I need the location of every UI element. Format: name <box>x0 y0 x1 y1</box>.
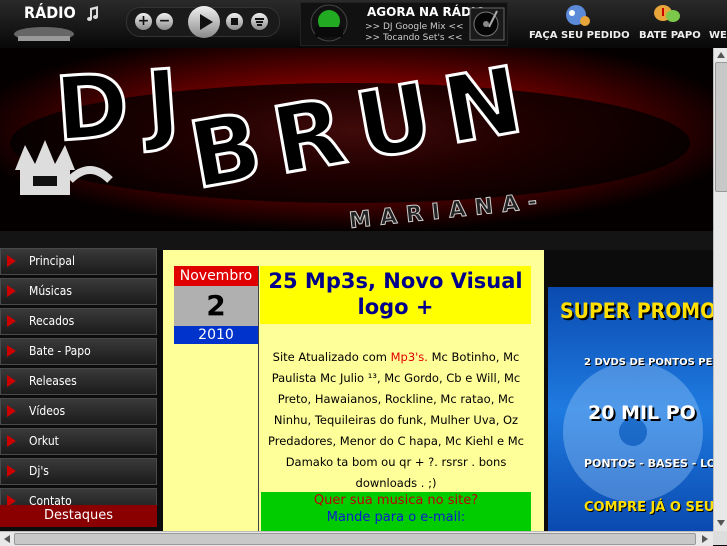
arrow-icon <box>7 285 16 297</box>
stop-icon <box>231 18 238 25</box>
post-body-text: Mc Botinho, Mc Paulista Mc Julio ¹³, Mc … <box>267 350 525 490</box>
scroll-down-icon[interactable] <box>716 518 726 528</box>
radio-title: RÁDIO <box>24 3 76 22</box>
stop-button[interactable] <box>226 13 243 30</box>
arrow-icon <box>7 405 16 417</box>
dvd-disc-icon <box>563 362 703 502</box>
arrow-icon <box>7 435 16 447</box>
arrow-icon <box>7 255 16 267</box>
menu-item-label: Principal <box>29 254 75 268</box>
chat-link[interactable]: BATE PAPO <box>639 30 701 41</box>
scroll-left-icon[interactable] <box>2 534 12 544</box>
banner: DJ BRUN MARIANA- <box>0 48 713 231</box>
menu-item-label: Orkut <box>29 434 59 448</box>
webcam-link[interactable]: WE <box>709 30 727 41</box>
now-playing-title: AGORA NA RÁDIO <box>367 5 486 19</box>
arrow-icon <box>7 345 16 357</box>
top-bar: RÁDIO + − AGORA NA RÁDIO >> DJ Google Mi… <box>0 0 727 48</box>
arrow-icon <box>7 465 16 477</box>
dj-logo-banner: DJ BRUN MARIANA- <box>0 48 713 231</box>
menu-item-musicas[interactable]: Músicas <box>0 278 157 305</box>
turntable-icon <box>469 7 505 41</box>
menu-item-label: Músicas <box>29 284 72 298</box>
scrollbar-corner <box>713 531 727 545</box>
playlist-button[interactable] <box>251 13 268 30</box>
volume-down-button[interactable]: − <box>156 13 173 30</box>
menu-item-orkut[interactable]: Orkut <box>0 428 157 455</box>
sidebar-menu: Principal Músicas Recados Bate - Papo Re… <box>0 248 157 518</box>
playlist-icon <box>255 18 264 26</box>
scroll-up-icon[interactable] <box>716 50 726 60</box>
horizontal-scrollbar[interactable] <box>0 531 713 546</box>
promo-line: 20 MIL PO <box>588 402 696 424</box>
horizontal-scroll-thumb[interactable] <box>14 533 696 545</box>
arrow-icon <box>7 315 16 327</box>
promo-line: COMPRE JÁ O SEU P <box>584 500 713 515</box>
menu-item-label: Vídeos <box>29 404 66 418</box>
post-date: Novembro 2 2010 <box>174 266 259 531</box>
post-body-lead: Site Atualizado com <box>272 350 391 364</box>
promo-title: SUPER PROMO <box>560 299 713 323</box>
radio-logo <box>14 27 74 41</box>
menu-item-label: Dj's <box>29 464 49 478</box>
post-body: Site Atualizado com Mp3's. Mc Botinho, M… <box>262 347 530 494</box>
post-date-day: 2 <box>174 286 258 326</box>
submit-music-question: Quer sua musica no site? <box>313 493 479 508</box>
now-playing-box: AGORA NA RÁDIO >> DJ Google Mix << >> To… <box>300 2 508 46</box>
post-body-highlight[interactable]: Mp3's. <box>391 350 428 364</box>
promo-line: PONTOS - BASES - LOOPS <box>584 457 713 470</box>
menu-item-djs[interactable]: Dj's <box>0 458 157 485</box>
promo-line: 2 DVDS DE PONTOS PELO <box>584 357 713 368</box>
submit-music-box: Quer sua musica no site? Mande para o e-… <box>261 492 531 531</box>
submit-music-email-label: Mande para o e-mail: <box>326 510 466 525</box>
music-note-icon <box>87 6 98 21</box>
vertical-scroll-thumb[interactable] <box>715 62 727 192</box>
banner-dj-text: DJ <box>52 49 201 162</box>
now-playing-line: >> Tocando Set's << <box>365 33 463 43</box>
menu-item-label: Releases <box>29 374 77 388</box>
menu-item-label: Recados <box>29 314 75 328</box>
play-button[interactable] <box>188 6 220 38</box>
menu-item-videos[interactable]: Vídeos <box>0 398 157 425</box>
request-link[interactable]: FAÇA SEU PEDIDO <box>529 30 630 41</box>
now-playing-line: >> DJ Google Mix << <box>365 22 464 32</box>
arrow-icon <box>7 375 16 387</box>
menu-item-principal[interactable]: Principal <box>0 248 157 275</box>
vertical-scrollbar[interactable] <box>713 48 727 531</box>
volume-up-button[interactable]: + <box>135 13 152 30</box>
destaques-heading: Destaques <box>0 505 157 527</box>
post-title[interactable]: 25 Mp3s, Novo Visual logo + <box>260 266 531 324</box>
radio-player: + − <box>126 6 280 38</box>
menu-item-recados[interactable]: Recados <box>0 308 157 335</box>
scroll-right-icon[interactable] <box>700 534 710 544</box>
promo-banner[interactable]: SUPER PROMO 2 DVDS DE PONTOS PELO 20 MIL… <box>548 287 713 531</box>
post-date-year: 2010 <box>174 326 258 344</box>
post-date-month: Novembro <box>174 266 258 286</box>
menu-item-bate-papo[interactable]: Bate - Papo <box>0 338 157 365</box>
play-icon <box>200 14 213 30</box>
dj-avatar-icon <box>310 4 348 42</box>
menu-item-releases[interactable]: Releases <box>0 368 157 395</box>
menu-item-label: Bate - Papo <box>29 344 91 358</box>
chat-icon[interactable] <box>652 3 682 29</box>
request-icon[interactable] <box>562 3 592 29</box>
